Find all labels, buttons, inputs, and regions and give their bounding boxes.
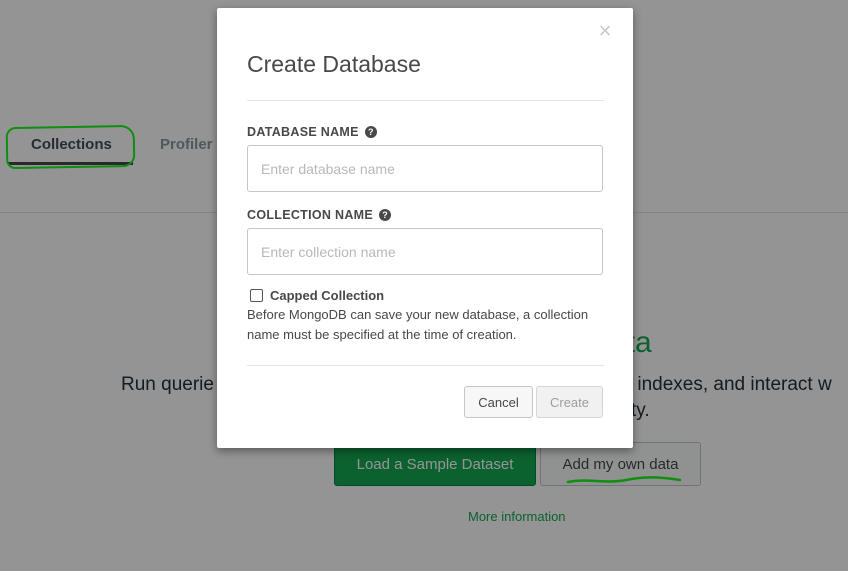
database-name-input[interactable] [247,145,603,192]
capped-collection-label[interactable]: Capped Collection [270,288,384,303]
collection-name-label: COLLECTION NAME ? [247,208,392,222]
help-icon[interactable]: ? [364,126,377,138]
help-icon[interactable]: ? [379,209,392,221]
create-button[interactable]: Create [536,386,603,418]
capped-collection-row[interactable]: Capped Collection [250,288,384,303]
modal-footer-divider [247,365,604,366]
collection-name-input[interactable] [247,228,603,275]
modal-title: Create Database [247,51,421,77]
create-database-modal: × Create Database DATABASE NAME ? COLLEC… [217,8,633,448]
database-name-label: DATABASE NAME ? [247,125,377,139]
capped-collection-checkbox[interactable] [250,289,263,302]
collection-name-label-text: COLLECTION NAME [247,208,374,222]
database-name-label-text: DATABASE NAME [247,125,359,139]
close-icon[interactable]: × [594,20,616,42]
collection-info-text: Before MongoDB can save your new databas… [247,307,589,342]
cancel-button[interactable]: Cancel [464,386,533,418]
modal-header-divider [247,100,604,101]
